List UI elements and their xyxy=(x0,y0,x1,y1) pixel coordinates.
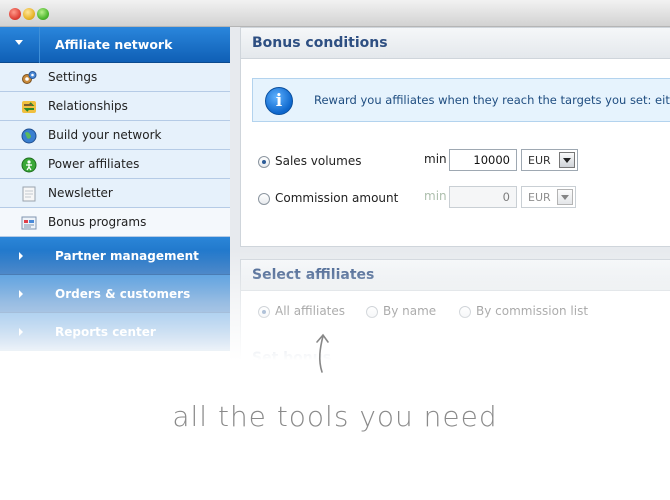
sidebar-item-relationships[interactable]: Relationships xyxy=(0,92,230,121)
panel-header: Bonus conditions xyxy=(241,28,670,59)
sales-volumes-radio[interactable] xyxy=(258,156,270,168)
sidebar-item-label: Relationships xyxy=(48,99,128,113)
sidebar-item-settings[interactable]: Settings xyxy=(0,63,230,92)
sidebar: Affiliate network Settings Relationships xyxy=(0,27,230,362)
sidebar-item-power-affiliates[interactable]: Power affiliates xyxy=(0,150,230,179)
commission-amount-currency-select[interactable]: EUR xyxy=(521,186,576,208)
sidebar-section-orders-customers[interactable]: Orders & customers xyxy=(0,275,230,313)
commission-amount-radio[interactable] xyxy=(258,193,270,205)
by-name-radio[interactable] xyxy=(366,306,378,318)
panel-title: Select affiliates xyxy=(252,267,375,283)
tagline: all the tools you need xyxy=(172,400,498,433)
sidebar-item-label: Bonus programs xyxy=(48,215,147,229)
info-icon: i xyxy=(265,87,293,115)
chevron-right-icon xyxy=(19,328,23,336)
all-affiliates-label: All affiliates xyxy=(275,304,346,318)
by-name-label: By name xyxy=(383,304,437,318)
bonus-conditions-panel: Bonus conditions i Reward you affiliates… xyxy=(240,27,670,247)
by-commission-list-label: By commission list xyxy=(476,304,589,318)
relationships-icon xyxy=(22,101,36,113)
currency-value: EUR xyxy=(528,154,551,167)
sidebar-item-label: Newsletter xyxy=(48,186,113,200)
sales-volumes-label: Sales volumes xyxy=(275,154,362,168)
sidebar-menu: Settings Relationships Build your networ… xyxy=(0,63,230,351)
sidebar-section-label: Reports center xyxy=(55,325,156,339)
chevron-right-icon xyxy=(19,252,23,260)
commission-amount-min-input[interactable]: 0 xyxy=(449,186,517,208)
commission-amount-label: Commission amount xyxy=(275,191,399,205)
by-commission-list-radio[interactable] xyxy=(459,306,471,318)
sidebar-section-partner-management[interactable]: Partner management xyxy=(0,237,230,275)
window-titlebar xyxy=(0,0,670,27)
dropdown-arrow-icon[interactable] xyxy=(557,189,573,205)
arrow-up-icon xyxy=(316,333,329,373)
min-label: min xyxy=(424,152,447,166)
globe-icon xyxy=(21,128,37,144)
panel-header: Select affiliates xyxy=(241,260,670,291)
sidebar-item-newsletter[interactable]: Newsletter xyxy=(0,179,230,208)
panel-title: Bonus conditions xyxy=(252,35,388,51)
sidebar-header-label: Affiliate network xyxy=(55,37,173,52)
zoom-window-button[interactable] xyxy=(37,8,49,20)
info-message: i Reward you affiliates when they reach … xyxy=(252,78,670,122)
all-affiliates-radio[interactable] xyxy=(258,306,270,318)
sales-volumes-currency-select[interactable]: EUR xyxy=(521,149,578,171)
bonus-programs-icon xyxy=(21,216,37,230)
min-label: min xyxy=(424,189,447,203)
app-window: Affiliate network Settings Relationships xyxy=(0,0,670,500)
power-affiliate-icon xyxy=(21,157,37,173)
collapse-toggle[interactable] xyxy=(0,27,40,63)
main-content: Bonus conditions i Reward you affiliates… xyxy=(230,27,670,369)
currency-value: EUR xyxy=(528,191,551,204)
sidebar-section-label: Orders & customers xyxy=(55,287,191,301)
sidebar-item-bonus-programs[interactable]: Bonus programs xyxy=(0,208,230,237)
sidebar-header-affiliate-network[interactable]: Affiliate network xyxy=(0,27,230,63)
sales-volumes-min-input[interactable]: 10000 xyxy=(449,149,517,171)
chevron-right-icon xyxy=(19,290,23,298)
sidebar-item-label: Settings xyxy=(48,70,98,84)
caret-down-icon xyxy=(15,40,23,45)
dropdown-arrow-icon[interactable] xyxy=(559,152,575,168)
sidebar-section-label: Partner management xyxy=(55,249,199,263)
select-affiliates-panel: Select affiliates All affiliates By name… xyxy=(240,259,670,369)
settings-icon xyxy=(22,71,37,84)
newsletter-icon xyxy=(22,186,36,202)
sidebar-section-reports-center[interactable]: Reports center xyxy=(0,313,230,351)
close-window-button[interactable] xyxy=(9,8,21,20)
minimize-window-button[interactable] xyxy=(23,8,35,20)
info-text: Reward you affiliates when they reach th… xyxy=(314,93,670,107)
sidebar-item-build-your-network[interactable]: Build your network xyxy=(0,121,230,150)
sidebar-item-label: Power affiliates xyxy=(48,157,140,171)
sidebar-item-label: Build your network xyxy=(48,128,162,142)
